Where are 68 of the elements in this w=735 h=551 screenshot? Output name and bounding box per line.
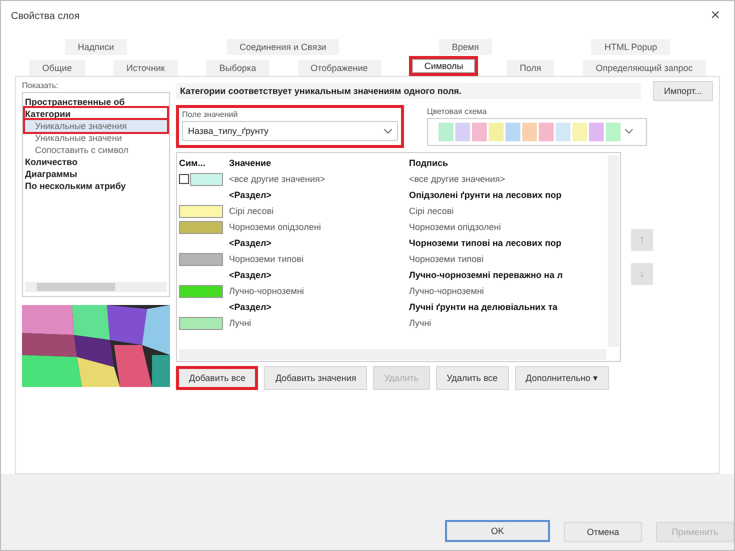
action-button[interactable]: Удалить все	[436, 366, 509, 390]
color-swatch[interactable]	[190, 172, 223, 186]
tab[interactable]: Время	[438, 39, 492, 55]
color-swatch[interactable]	[179, 316, 223, 330]
value-cell-text: <Раздел>	[229, 270, 272, 280]
tree-item[interactable]: Категории	[25, 108, 167, 120]
label-cell-text: <все другие значения>	[409, 174, 506, 184]
label-cell-text: Сірі лесові	[409, 206, 455, 216]
action-button[interactable]: Дополнительно ▾	[514, 366, 609, 390]
tree-item[interactable]: По нескольким атрибу	[25, 180, 167, 192]
tab[interactable]: Символы	[409, 56, 478, 76]
tab[interactable]: Отображение	[298, 60, 381, 76]
tree-item[interactable]: Пространственные об	[25, 96, 167, 108]
value-field-dropdown[interactable]: Назва_типу_ґрунту	[182, 121, 398, 141]
value-cell-text: Чорноземи опідзолені	[229, 222, 322, 232]
tree-item[interactable]: Сопоставить с символ	[25, 144, 167, 156]
color-ramp-dropdown[interactable]	[427, 118, 647, 146]
action-button[interactable]: Добавить значения	[264, 366, 368, 390]
tab[interactable]: HTML Popup	[591, 39, 670, 55]
dialog-button[interactable]: OK	[445, 520, 550, 542]
tree-item[interactable]: Диаграммы	[25, 168, 167, 180]
dialog-button[interactable]: Отмена	[564, 522, 642, 542]
field-label: Поле значений	[182, 110, 239, 119]
scrollbar[interactable]	[179, 349, 606, 360]
chevron-down-icon	[384, 128, 392, 134]
color-swatch[interactable]	[179, 220, 223, 234]
value-cell-text: <Раздел>	[229, 238, 272, 248]
checkbox[interactable]	[179, 174, 189, 184]
color-swatch[interactable]	[179, 284, 223, 298]
tab[interactable]: Надписи	[64, 39, 127, 55]
value-cell-text: <Раздел>	[229, 302, 272, 312]
tree-item[interactable]: Уникальные значения	[25, 120, 167, 132]
scrollbar[interactable]	[25, 282, 167, 292]
label-cell-text: Лучно-чорноземні переважно на л	[409, 270, 564, 280]
column-header[interactable]: Значение	[229, 158, 409, 168]
value-cell-text: Сірі лесові	[229, 206, 275, 216]
column-header[interactable]: Сим...	[179, 158, 229, 168]
label-cell-text: Чорноземи опідзолені	[409, 222, 502, 232]
tab[interactable]: Определяющий запрос	[582, 60, 706, 76]
label-cell-text: Чорноземи типові на лесових пор	[409, 238, 562, 248]
column-header[interactable]: Подпись	[409, 158, 606, 168]
tab[interactable]: Источник	[113, 60, 178, 76]
window-title: Свойства слоя	[11, 10, 80, 22]
value-cell-text: Чорноземи типові	[229, 254, 304, 264]
tab[interactable]: Выборка	[206, 60, 270, 76]
value-cell-text: <Раздел>	[229, 190, 272, 200]
close-button[interactable]: ×	[710, 7, 720, 25]
import-button[interactable]: Импорт...	[653, 81, 713, 101]
value-cell-text: <все другие значения>	[229, 174, 326, 184]
value-cell-text: Лучно-чорноземні	[229, 286, 305, 296]
label-cell-text: Лучні	[409, 318, 432, 328]
tab[interactable]: Соединения и Связи	[226, 39, 340, 55]
label-cell-text: Чорноземи типові	[409, 254, 484, 264]
tab[interactable]: Общие	[29, 60, 85, 76]
action-button[interactable]: Добавить все	[176, 366, 258, 390]
scrollbar[interactable]	[608, 155, 619, 347]
label-cell-text: Лучно-чорноземні	[409, 286, 485, 296]
tab[interactable]: Поля	[506, 60, 554, 76]
label-cell-text: Лучні ґрунти на делювіальних та	[409, 302, 559, 312]
description-text: Категории соответствует уникальным значениям одного поля.	[176, 83, 642, 99]
value-cell-text: Лучні	[229, 318, 252, 328]
tree-item[interactable]: Количество	[25, 156, 167, 168]
tree-item[interactable]: Уникальные значени	[25, 132, 167, 144]
color-scheme-label: Цветовая схема	[427, 107, 488, 116]
color-swatch[interactable]	[179, 252, 223, 266]
color-swatch[interactable]	[179, 204, 223, 218]
label-cell-text: Опідзолені ґрунти на лесових пор	[409, 190, 563, 200]
show-label: Показать:	[22, 81, 60, 90]
